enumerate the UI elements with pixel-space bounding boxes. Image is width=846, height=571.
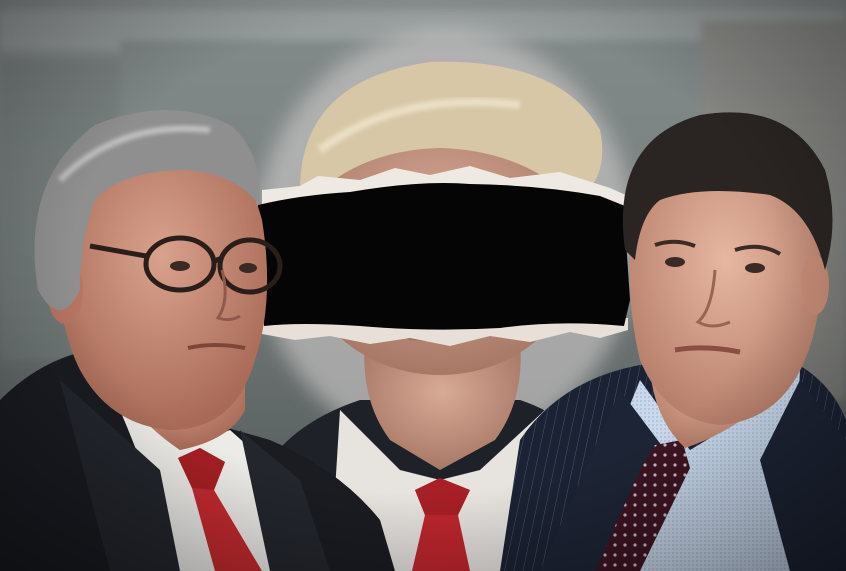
collage-image xyxy=(0,0,846,571)
vignette-overlay xyxy=(0,0,846,571)
